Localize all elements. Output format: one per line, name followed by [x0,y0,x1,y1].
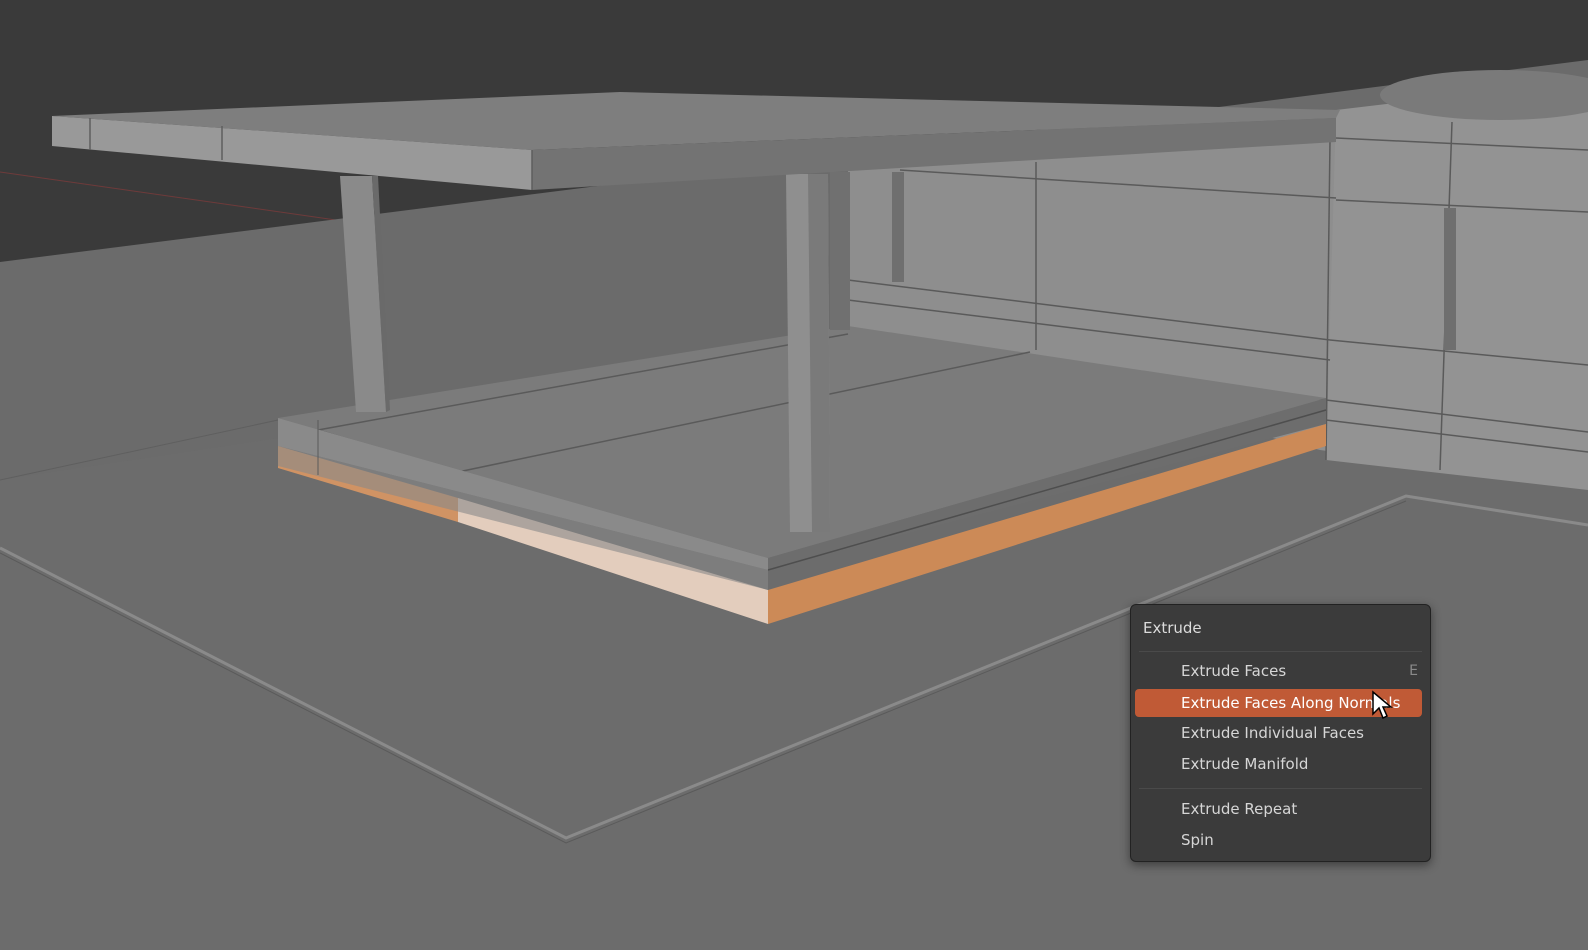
menu-separator [1139,788,1422,789]
right-wall-front [1326,80,1588,490]
menu-item-label: Extrude Faces [1181,662,1287,680]
3d-viewport[interactable]: Extrude Extrude Faces E Extrude Faces Al… [0,0,1588,950]
menu-separator [1139,651,1422,652]
menu-title: Extrude [1143,619,1202,637]
arrow-pointer-icon [1372,690,1393,720]
extrude-menu: Extrude Extrude Faces E Extrude Faces Al… [1130,604,1431,862]
menu-item-label: Extrude Individual Faces [1181,724,1364,742]
menu-item-label: Spin [1181,831,1214,849]
menu-item-label: Extrude Manifold [1181,755,1309,773]
window-post-1 [892,172,904,282]
menu-item-extrude-manifold[interactable]: Extrude Manifold [1135,750,1422,778]
menu-item-extrude-faces[interactable]: Extrude Faces E [1135,657,1422,685]
menu-item-spin[interactable]: Spin [1135,826,1422,854]
window-post-2 [1444,208,1456,350]
menu-item-extrude-repeat[interactable]: Extrude Repeat [1135,795,1422,823]
menu-item-label: Extrude Faces Along Normals [1181,694,1401,712]
shortcut-hint: E [1409,663,1418,679]
menu-item-label: Extrude Repeat [1181,800,1298,818]
column-back [830,172,850,330]
menu-item-extrude-individual-faces[interactable]: Extrude Individual Faces [1135,719,1422,747]
